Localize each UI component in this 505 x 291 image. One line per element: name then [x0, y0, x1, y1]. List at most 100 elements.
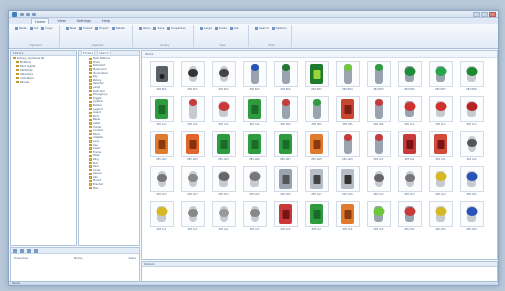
symbol-thumbnail[interactable]: [397, 201, 422, 227]
ribbon-button[interactable]: Large: [199, 26, 213, 30]
tree-item[interactable]: Panels: [11, 80, 76, 84]
symbol-tile[interactable]: ZB5 AA5: [208, 96, 239, 130]
symbol-tile[interactable]: ZB4 BW8: [456, 61, 487, 95]
symbol-thumbnail[interactable]: [459, 166, 484, 192]
symbol-tile[interactable]: ZB5 AW5: [208, 131, 239, 165]
ribbon-button[interactable]: Open: [138, 26, 151, 30]
symbol-thumbnail[interactable]: [335, 131, 360, 157]
symbol-tile[interactable]: ZB4 BW7: [425, 61, 456, 95]
ribbon-button[interactable]: Properties: [166, 26, 186, 30]
symbol-tile[interactable]: ZB4 BA3: [177, 61, 208, 95]
symbol-thumbnail[interactable]: [335, 201, 360, 227]
symbol-tile[interactable]: ZB5 AW4: [177, 131, 208, 165]
symbol-tile[interactable]: ZB5 AL6: [270, 201, 301, 235]
symbol-thumbnail[interactable]: [242, 96, 267, 122]
symbol-thumbnail[interactable]: [273, 96, 298, 122]
symbol-thumbnail[interactable]: [304, 131, 329, 157]
symbol-tile[interactable]: ZB5 AD7: [301, 166, 332, 200]
folder-item[interactable]: Misc: [79, 186, 139, 190]
symbol-tile[interactable]: ZB4 BA6: [270, 61, 301, 95]
symbol-thumbnail[interactable]: [273, 201, 298, 227]
symbol-tile[interactable]: ZB5 AB4: [301, 96, 332, 130]
symbol-tile[interactable]: ZB5 AA3: [146, 96, 177, 130]
symbol-tile[interactable]: ZB5 AB6: [363, 96, 394, 130]
symbol-thumbnail[interactable]: [397, 96, 422, 122]
symbol-thumbnail[interactable]: [335, 61, 360, 87]
symbol-thumbnail[interactable]: [149, 131, 174, 157]
symbol-thumbnail[interactable]: [428, 61, 453, 87]
symbol-thumbnail[interactable]: [459, 201, 484, 227]
symbol-thumbnail[interactable]: [304, 61, 329, 87]
symbol-thumbnail[interactable]: [366, 61, 391, 87]
symbol-thumbnail[interactable]: [428, 131, 453, 157]
symbol-thumbnail[interactable]: [242, 61, 267, 87]
symbol-thumbnail[interactable]: [335, 96, 360, 122]
symbol-tile[interactable]: ZB5 AC2: [394, 96, 425, 130]
symbol-thumbnail[interactable]: [304, 201, 329, 227]
symbol-tile[interactable]: ZB5 AL2: [146, 201, 177, 235]
symbol-thumbnail[interactable]: [459, 96, 484, 122]
app-icon[interactable]: [12, 12, 17, 17]
symbol-tile[interactable]: ZB4 BA5: [239, 61, 270, 95]
symbol-thumbnail[interactable]: [180, 166, 205, 192]
symbol-thumbnail[interactable]: [211, 131, 236, 157]
symbol-tile[interactable]: ZB5 AL7: [301, 201, 332, 235]
symbol-tile[interactable]: ZB4 BW5: [363, 61, 394, 95]
symbol-thumbnail[interactable]: [242, 166, 267, 192]
symbol-tile[interactable]: ZB5 AG4: [425, 166, 456, 200]
ribbon-button[interactable]: Export: [94, 26, 109, 30]
symbol-tile[interactable]: ZB5 AL8: [332, 201, 363, 235]
symbol-tile[interactable]: ZB4 BA2: [146, 61, 177, 95]
symbol-thumbnail[interactable]: [211, 166, 236, 192]
symbol-tile[interactable]: ZB5 AA6: [239, 96, 270, 130]
symbol-thumbnail[interactable]: [428, 96, 453, 122]
symbol-tile[interactable]: ZB5 AA4: [177, 96, 208, 130]
symbol-thumbnail[interactable]: [273, 61, 298, 87]
close-button[interactable]: [489, 12, 496, 17]
symbol-thumbnail[interactable]: [366, 131, 391, 157]
delete-icon[interactable]: [27, 249, 31, 253]
symbol-tile[interactable]: ZB5 AW9: [332, 131, 363, 165]
symbol-tile[interactable]: ZB5 AL3: [177, 201, 208, 235]
symbol-tile[interactable]: ZB5 AD2: [146, 166, 177, 200]
symbol-tile[interactable]: ZB5 AW3: [146, 131, 177, 165]
symbol-tile[interactable]: ZB5 AW8: [301, 131, 332, 165]
symbol-tile[interactable]: ZB5 AW6: [239, 131, 270, 165]
symbol-tile[interactable]: ZB5 AB5: [332, 96, 363, 130]
ribbon-button[interactable]: Cut: [29, 26, 40, 30]
symbol-tile[interactable]: ZB5 AV6: [456, 131, 487, 165]
refresh-icon[interactable]: [34, 249, 38, 253]
ribbon-button[interactable]: Paste: [14, 26, 28, 30]
symbol-tile[interactable]: ZB5 AV4: [394, 131, 425, 165]
symbol-thumbnail[interactable]: [180, 131, 205, 157]
symbol-tile[interactable]: ZB5 AL4: [208, 201, 239, 235]
symbol-tile[interactable]: ZB5 AM2: [394, 201, 425, 235]
symbol-tile[interactable]: ZB5 AD5: [239, 166, 270, 200]
symbol-thumbnail[interactable]: [366, 96, 391, 122]
minimize-button[interactable]: [473, 12, 480, 17]
ribbon-button[interactable]: Delete: [111, 26, 126, 30]
symbol-tile[interactable]: ZB5 AC4: [456, 96, 487, 130]
symbol-tile[interactable]: ZB5 AB3: [270, 96, 301, 130]
symbol-thumbnail[interactable]: [304, 166, 329, 192]
symbol-thumbnail[interactable]: [149, 166, 174, 192]
symbol-thumbnail[interactable]: [397, 166, 422, 192]
symbol-thumbnail[interactable]: [397, 61, 422, 87]
folder-tab[interactable]: Folders: [81, 50, 96, 56]
symbol-thumbnail[interactable]: [211, 96, 236, 122]
symbol-tile[interactable]: ZB4 BW6: [394, 61, 425, 95]
symbol-thumbnail[interactable]: [459, 131, 484, 157]
add-icon[interactable]: [13, 249, 17, 253]
symbol-thumbnail[interactable]: [211, 61, 236, 87]
symbol-tile[interactable]: ZB5 AM4: [456, 201, 487, 235]
undo-icon[interactable]: [26, 13, 30, 16]
symbol-thumbnail[interactable]: [180, 201, 205, 227]
folder-tab[interactable]: Search: [97, 50, 111, 56]
ribbon-button[interactable]: Save: [152, 26, 165, 30]
symbol-thumbnail[interactable]: [335, 166, 360, 192]
symbol-thumbnail[interactable]: [149, 61, 174, 87]
ribbon-button[interactable]: New: [65, 26, 77, 30]
edit-icon[interactable]: [20, 249, 24, 253]
symbol-tile[interactable]: ZB5 AG5: [456, 166, 487, 200]
ribbon-button[interactable]: List: [229, 26, 240, 30]
